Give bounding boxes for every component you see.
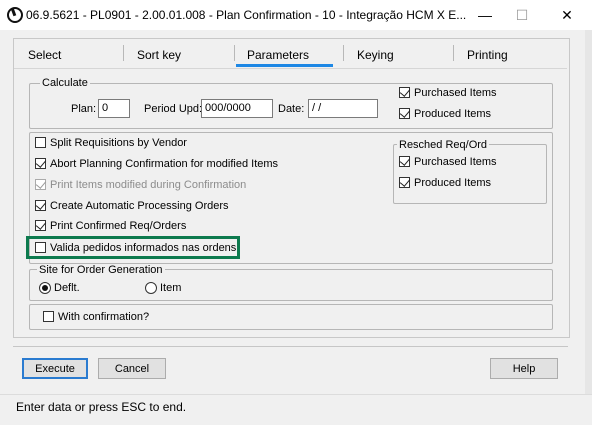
print-modified-items-checkbox [35, 177, 46, 190]
date-input[interactable]: / / [308, 99, 378, 118]
calculate-legend: Calculate [40, 77, 90, 89]
abort-confirmation-label: Abort Planning Confirmation for modified… [50, 158, 279, 170]
button-bar-divider [13, 346, 568, 347]
calc-produced-items-label: Produced Items [414, 108, 492, 120]
tab-separator [234, 45, 235, 61]
check-icon [399, 85, 410, 97]
resched-produced-items-label: Produced Items [414, 177, 492, 189]
split-requisitions-label: Split Requisitions by Vendor [50, 137, 187, 149]
resched-legend: Resched Req/Ord [397, 139, 490, 151]
resched-produced-items-checkbox[interactable] [399, 175, 410, 188]
check-icon [35, 177, 46, 189]
window-edge [585, 30, 592, 424]
check-icon [35, 156, 46, 168]
tab-parameters[interactable]: Parameters [247, 40, 309, 64]
create-processing-orders-label: Create Automatic Processing Orders [50, 200, 229, 212]
active-tab-indicator [236, 64, 333, 67]
close-button[interactable]: ✕ [550, 4, 584, 26]
resched-group [393, 144, 547, 204]
tab-separator [123, 45, 124, 61]
deflt-label: Deflt. [54, 282, 80, 294]
calc-purchased-items-checkbox[interactable] [399, 85, 410, 98]
split-requisitions-checkbox[interactable] [35, 137, 46, 148]
tab-select[interactable]: Select [28, 40, 61, 64]
abort-confirmation-checkbox[interactable] [35, 156, 46, 169]
plan-input[interactable]: 0 [98, 99, 130, 118]
calc-purchased-items-label: Purchased Items [414, 87, 497, 99]
check-icon [35, 198, 46, 210]
with-confirmation-checkbox[interactable] [43, 311, 54, 322]
check-icon [35, 218, 46, 230]
tab-separator [343, 45, 344, 61]
tab-sort-key[interactable]: Sort key [137, 40, 181, 64]
tab-keying[interactable]: Keying [357, 40, 394, 64]
resched-purchased-items-checkbox[interactable] [399, 154, 410, 167]
print-confirmed-orders-checkbox[interactable] [35, 218, 46, 231]
print-modified-items-label: Print Items modified during Confirmation [50, 179, 247, 191]
window-title: 06.9.5621 - PL0901 - 2.00.01.008 - Plan … [26, 8, 467, 22]
radio-selected-icon [42, 285, 48, 291]
create-processing-orders-checkbox[interactable] [35, 198, 46, 211]
tab-strip-divider [14, 68, 567, 69]
cancel-button[interactable]: Cancel [98, 358, 166, 379]
maximize-button[interactable]: ☐ [505, 4, 539, 26]
print-confirmed-orders-label: Print Confirmed Req/Orders [50, 220, 187, 232]
deflt-radio[interactable] [39, 282, 51, 294]
minimize-button[interactable]: — [468, 4, 502, 26]
period-upd-input[interactable]: 000/0000 [201, 99, 273, 118]
tab-printing[interactable]: Printing [467, 40, 508, 64]
with-confirmation-label: With confirmation? [58, 311, 150, 323]
check-icon [399, 106, 410, 118]
app-logo-icon [7, 7, 23, 23]
help-button[interactable]: Help [490, 358, 558, 379]
check-icon [399, 175, 410, 187]
plan-label: Plan: [71, 103, 97, 115]
item-radio[interactable] [145, 282, 157, 294]
item-label: Item [160, 282, 182, 294]
date-label: Date: [278, 103, 305, 115]
execute-button[interactable]: Execute [22, 358, 88, 379]
tab-separator [453, 45, 454, 61]
check-icon [399, 154, 410, 166]
site-legend: Site for Order Generation [37, 264, 165, 276]
resched-purchased-items-label: Purchased Items [414, 156, 497, 168]
period-upd-label: Period Upd: [144, 103, 203, 115]
highlight-box [26, 236, 240, 259]
status-text: Enter data or press ESC to end. [16, 400, 187, 414]
calc-produced-items-checkbox[interactable] [399, 106, 410, 119]
